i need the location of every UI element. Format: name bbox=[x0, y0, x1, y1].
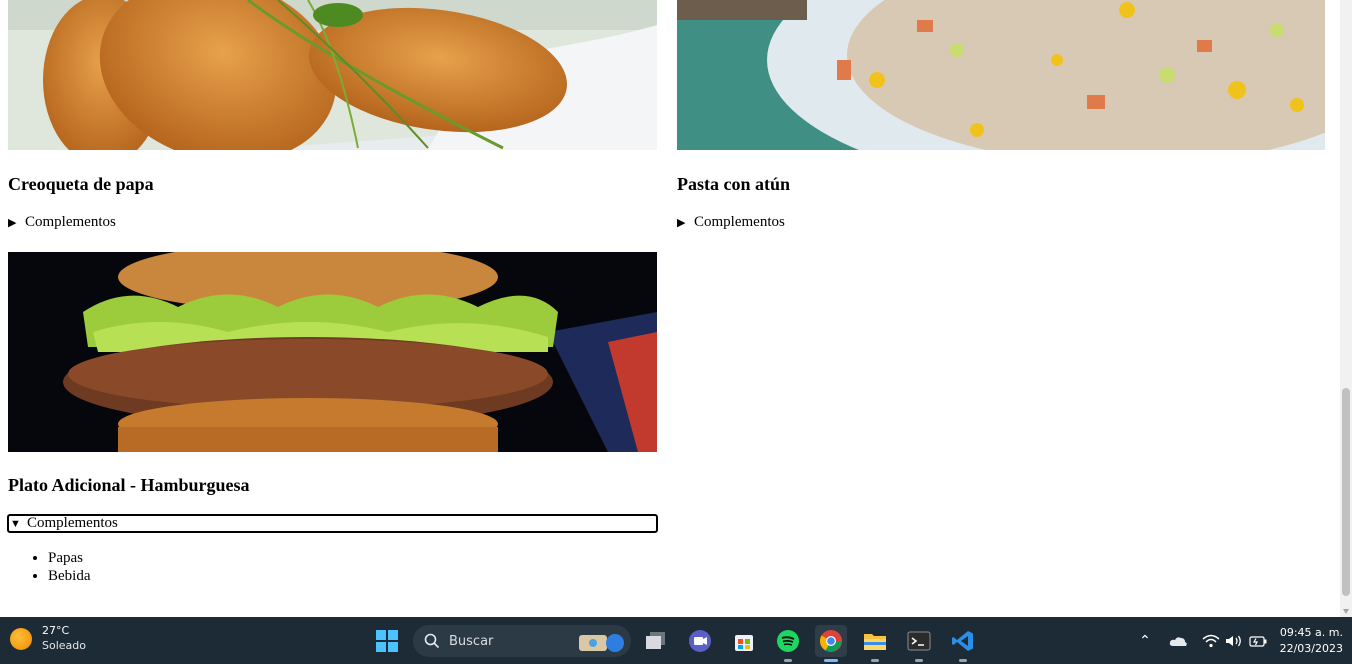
running-indicator bbox=[871, 659, 879, 662]
complementos-list: Papas Bebida bbox=[8, 549, 91, 585]
complementos-toggle-hamburguesa[interactable]: ▼ Complementos bbox=[7, 514, 658, 533]
disclosure-triangle-icon: ▶ bbox=[8, 217, 17, 229]
croquette-image bbox=[8, 0, 657, 150]
web-page: Creoqueta de papa ▶ Complementos Pasta c… bbox=[0, 0, 1340, 617]
scrollbar-thumb[interactable] bbox=[1342, 388, 1350, 596]
weather-widget[interactable]: 27°C Soleado bbox=[10, 624, 86, 653]
running-indicator bbox=[959, 659, 967, 662]
sun-icon bbox=[10, 627, 32, 650]
running-indicator bbox=[824, 659, 838, 662]
file-explorer-icon[interactable] bbox=[859, 625, 891, 662]
start-icon[interactable] bbox=[371, 625, 403, 657]
summary-label: Complementos bbox=[25, 214, 116, 230]
clock-time: 09:45 a. m. bbox=[1279, 626, 1343, 639]
clock[interactable]: 09:45 a. m. 22/03/2023 bbox=[1280, 625, 1343, 657]
clock-date: 22/03/2023 bbox=[1279, 642, 1343, 655]
battery-icon[interactable] bbox=[1249, 635, 1267, 647]
summary-label: Complementos bbox=[27, 515, 118, 531]
vertical-scrollbar[interactable] bbox=[1340, 0, 1352, 617]
hamburger-image bbox=[8, 252, 657, 452]
card-title-croqueta: Creoqueta de papa bbox=[8, 174, 154, 194]
complementos-toggle-croqueta[interactable]: ▶ Complementos bbox=[8, 214, 116, 231]
summary-label: Complementos bbox=[694, 214, 785, 230]
store-icon[interactable] bbox=[728, 625, 760, 657]
pasta-image bbox=[677, 0, 1325, 150]
card-title-pasta: Pasta con atún bbox=[677, 174, 791, 194]
weather-condition: Soleado bbox=[42, 639, 86, 652]
chrome-icon[interactable] bbox=[815, 625, 847, 662]
spotify-icon[interactable] bbox=[772, 625, 804, 662]
running-indicator bbox=[784, 659, 792, 662]
volume-icon[interactable] bbox=[1225, 634, 1243, 648]
disclosure-triangle-icon: ▶ bbox=[677, 217, 686, 229]
scroll-down-arrow-icon[interactable] bbox=[1343, 609, 1349, 614]
search-highlight-icon bbox=[579, 634, 624, 652]
list-item: Bebida bbox=[48, 567, 91, 585]
taskbar: 27°C Soleado Buscar ⌃ 09:45 a. m. 22/03/… bbox=[0, 617, 1352, 664]
weather-temp: 27°C bbox=[42, 624, 70, 637]
onedrive-icon[interactable] bbox=[1168, 634, 1188, 648]
complementos-toggle-pasta[interactable]: ▶ Complementos bbox=[677, 214, 785, 231]
terminal-icon[interactable] bbox=[903, 625, 935, 662]
search-icon bbox=[424, 633, 440, 649]
show-hidden-icons-icon[interactable]: ⌃ bbox=[1136, 633, 1154, 649]
search-label: Buscar bbox=[449, 633, 494, 649]
vscode-icon[interactable] bbox=[947, 625, 979, 662]
teams-icon[interactable] bbox=[684, 625, 716, 657]
running-indicator bbox=[915, 659, 923, 662]
task-view-icon[interactable] bbox=[640, 625, 672, 657]
wifi-icon[interactable] bbox=[1202, 634, 1220, 648]
taskbar-search[interactable]: Buscar bbox=[413, 625, 631, 657]
card-title-hamburguesa: Plato Adicional - Hamburguesa bbox=[8, 475, 250, 495]
disclosure-triangle-open-icon: ▼ bbox=[10, 517, 21, 530]
list-item: Papas bbox=[48, 549, 91, 567]
